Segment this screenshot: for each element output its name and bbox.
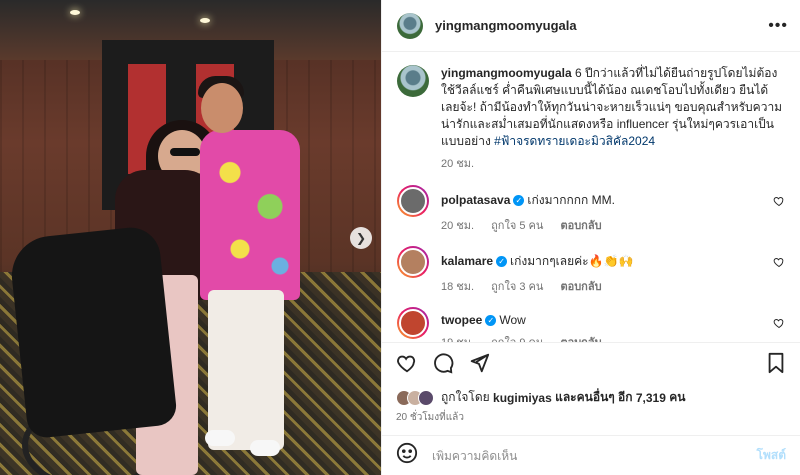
caption-meta: 20 ชม. bbox=[441, 156, 785, 173]
ceiling-light bbox=[200, 18, 210, 23]
author-avatar[interactable] bbox=[397, 12, 423, 39]
post-details-panel: yingmangmoomyugala ••• yingmangmoomyugal… bbox=[381, 0, 800, 475]
comment-text: เก่งมากๆเลยค่ะ🔥👏🙌 bbox=[510, 254, 634, 268]
commenter-avatar-image bbox=[399, 187, 427, 215]
comment-like-button[interactable] bbox=[773, 307, 785, 332]
comment-time: 20 ชม. bbox=[441, 220, 475, 232]
commenter-avatar-image bbox=[399, 248, 427, 276]
commenter-avatar-image bbox=[399, 309, 427, 337]
comment-item: twopee✓Wow 19 ชม. ถูกใจ 9 คน ตอบกลับ bbox=[397, 307, 785, 342]
caption-username[interactable]: yingmangmoomyugala bbox=[441, 66, 572, 80]
next-photo-button[interactable]: ❯ bbox=[350, 227, 372, 249]
caption-hashtag[interactable]: #ฟ้าจรดทรายเดอะมิวสิคัล2024 bbox=[494, 134, 655, 148]
caption-avatar[interactable] bbox=[397, 65, 429, 97]
comment-text: Wow bbox=[499, 313, 526, 327]
caption-time: 20 ชม. bbox=[441, 158, 475, 170]
post-photo[interactable]: ❯ bbox=[0, 0, 381, 475]
likes-user[interactable]: kugimiyas bbox=[493, 391, 552, 405]
man-floral-shirt bbox=[200, 130, 300, 300]
instagram-post: ❯ yingmangmoomyugala ••• yingmangmoomyug… bbox=[0, 0, 800, 475]
post-age: 20 ชั่วโมงที่แล้ว bbox=[396, 412, 464, 423]
author-username[interactable]: yingmangmoomyugala bbox=[435, 18, 768, 33]
verified-badge-icon: ✓ bbox=[485, 315, 497, 326]
commenter-avatar[interactable] bbox=[397, 185, 429, 217]
comment-likes[interactable]: ถูกใจ 3 คน bbox=[491, 281, 543, 293]
emoji-smile-icon[interactable] bbox=[396, 442, 418, 469]
comment-meta: 20 ชม. ถูกใจ 5 คน ตอบกลับ bbox=[441, 216, 773, 234]
commenter-username[interactable]: polpatasava bbox=[441, 193, 510, 207]
heart-icon bbox=[773, 196, 784, 207]
black-jacket bbox=[7, 224, 179, 440]
comment-input[interactable] bbox=[432, 448, 757, 463]
comment-line: twopee ✓ Wow bbox=[441, 313, 773, 327]
more-horizontal-icon: ••• bbox=[768, 16, 788, 34]
reply-button[interactable]: ตอบกลับ bbox=[560, 220, 601, 232]
man-pants bbox=[208, 290, 284, 450]
heart-icon bbox=[773, 257, 784, 268]
comment-item: kalamare ✓ เก่งมากๆเลยค่ะ🔥👏🙌 18 ชม. ถูกใจ … bbox=[397, 246, 785, 295]
action-bar bbox=[396, 352, 786, 380]
send-icon[interactable] bbox=[468, 352, 490, 380]
commenter-avatar[interactable] bbox=[397, 246, 429, 278]
add-comment-bar: โพสต์ bbox=[382, 435, 800, 475]
comment-line: polpatasava ✓ เก่งมากกกก MM. bbox=[441, 191, 773, 210]
liker-avatar bbox=[418, 389, 434, 406]
comment-item: polpatasava ✓ เก่งมากกกก MM. 20 ชม. ถูกใจ … bbox=[397, 185, 785, 234]
comment-body: polpatasava ✓ เก่งมากกกก MM. 20 ชม. ถูกใจ … bbox=[441, 185, 773, 234]
post-header: yingmangmoomyugala ••• bbox=[382, 0, 800, 52]
caption: yingmangmoomyugala 6 ปีกว่าแล้วที่ไม่ได้… bbox=[441, 65, 785, 173]
commenter-username[interactable]: kalamare bbox=[441, 254, 493, 268]
verified-badge-icon: ✓ bbox=[496, 256, 508, 267]
comment-body: kalamare ✓ เก่งมากๆเลยค่ะ🔥👏🙌 18 ชม. ถูกใจ … bbox=[441, 246, 773, 295]
white-sneaker bbox=[205, 430, 235, 446]
sunglasses bbox=[170, 148, 200, 156]
likes-count: 7,319 bbox=[635, 390, 666, 405]
reply-button[interactable]: ตอบกลับ bbox=[560, 281, 601, 293]
likes-prefix: ถูกใจโดย bbox=[441, 390, 490, 404]
likes-summary[interactable]: ถูกใจโดย kugimiyas และคนอื่นๆ อีก 7,319 … bbox=[396, 388, 786, 407]
comment-text: เก่งมากกกก MM. bbox=[527, 193, 615, 207]
more-options-button[interactable]: ••• bbox=[768, 17, 788, 35]
comment-like-button[interactable] bbox=[773, 246, 785, 271]
man-face bbox=[201, 83, 243, 133]
likes-suffix: คน bbox=[669, 390, 686, 404]
ceiling-light bbox=[70, 10, 80, 15]
comment-time: 18 ชม. bbox=[441, 281, 475, 293]
comment-list: polpatasava ✓ เก่งมากกกก MM. 20 ชม. ถูกใจ … bbox=[397, 185, 785, 342]
caption-row: yingmangmoomyugala 6 ปีกว่าแล้วที่ไม่ได้… bbox=[397, 65, 785, 173]
heart-icon[interactable] bbox=[396, 352, 418, 380]
comment-like-button[interactable] bbox=[773, 185, 785, 210]
post-comment-button[interactable]: โพสต์ bbox=[757, 446, 786, 465]
comment-icon[interactable] bbox=[432, 352, 454, 380]
comment-line: kalamare ✓ เก่งมากๆเลยค่ะ🔥👏🙌 bbox=[441, 252, 773, 271]
white-sneaker bbox=[250, 440, 280, 456]
heart-icon bbox=[773, 318, 784, 329]
comment-likes[interactable]: ถูกใจ 5 คน bbox=[491, 220, 543, 232]
comments-scroll[interactable]: yingmangmoomyugala 6 ปีกว่าแล้วที่ไม่ได้… bbox=[382, 52, 800, 342]
commenter-avatar[interactable] bbox=[397, 307, 429, 339]
verified-badge-icon: ✓ bbox=[513, 195, 525, 206]
liker-avatars bbox=[396, 389, 434, 406]
comment-body: twopee✓Wow 19 ชม. ถูกใจ 9 คน ตอบกลับ bbox=[441, 307, 773, 342]
bookmark-icon[interactable] bbox=[766, 352, 786, 380]
commenter-username[interactable]: twopee bbox=[441, 313, 482, 327]
comment-meta: 19 ชม. ถูกใจ 9 คน ตอบกลับ bbox=[441, 333, 773, 342]
chevron-right-icon: ❯ bbox=[355, 231, 367, 245]
comment-meta: 18 ชม. ถูกใจ 3 คน ตอบกลับ bbox=[441, 277, 773, 295]
actions-section: ถูกใจโดย kugimiyas และคนอื่นๆ อีก 7,319 … bbox=[382, 342, 800, 425]
likes-middle: และคนอื่นๆ อีก bbox=[555, 390, 633, 404]
